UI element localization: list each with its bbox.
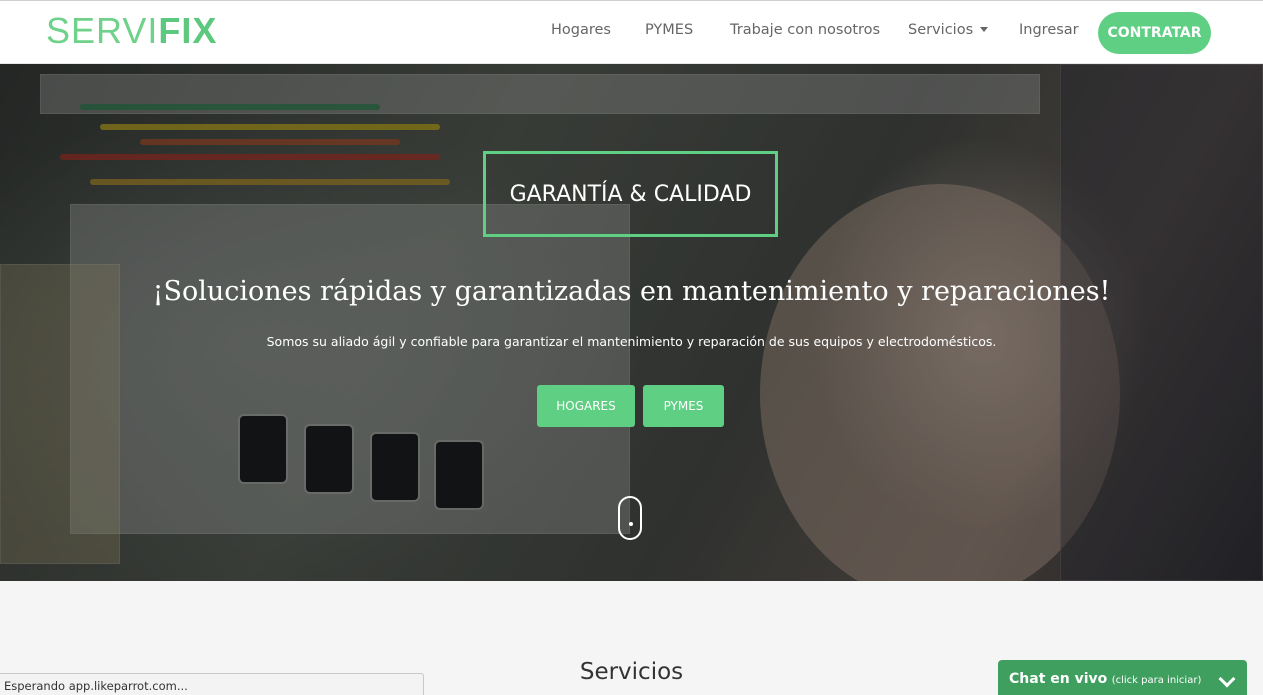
nav-trabaje-con-nosotros[interactable]: Trabaje con nosotros <box>730 22 880 38</box>
scroll-down-mouse-icon[interactable] <box>618 496 642 540</box>
top-navbar: SERVIFIX Hogares PYMES Trabaje con nosot… <box>0 0 1263 64</box>
scroll-dot <box>629 522 633 526</box>
live-chat-widget[interactable]: Chat en vivo (click para iniciar) <box>998 660 1247 695</box>
caret-down-icon <box>980 26 989 32</box>
contratar-button[interactable]: CONTRATAR <box>1098 12 1211 54</box>
hero-hogares-button[interactable]: HOGARES <box>537 385 635 427</box>
nav-hogares[interactable]: Hogares <box>551 22 611 38</box>
browser-status-bar: Esperando app.likeparrot.com... <box>0 673 424 695</box>
brand-logo-part2: FIX <box>158 10 218 51</box>
nav-ingresar[interactable]: Ingresar <box>1019 22 1079 38</box>
hero-subheadline: Somos su aliado ágil y confiable para ga… <box>266 334 997 349</box>
brand-logo-part1: SERVI <box>46 10 159 51</box>
nav-pymes[interactable]: PYMES <box>645 22 693 38</box>
hero-badge: GARANTÍA & CALIDAD <box>483 151 778 237</box>
chevron-down-icon[interactable] <box>1218 670 1236 688</box>
nav-servicios-label: Servicios <box>908 22 974 38</box>
hero-badge-text: GARANTÍA & CALIDAD <box>509 181 752 207</box>
hero-banner: GARANTÍA & CALIDAD ¡Soluciones rápidas y… <box>0 64 1263 581</box>
nav-servicios-dropdown[interactable]: Servicios <box>908 22 989 38</box>
hero-headline: ¡Soluciones rápidas y garantizadas en ma… <box>152 276 1111 307</box>
chat-title: Chat en vivo <box>1009 671 1108 687</box>
chat-hint: (click para iniciar) <box>1111 675 1202 686</box>
brand-logo[interactable]: SERVIFIX <box>46 11 217 51</box>
hero-pymes-button[interactable]: PYMES <box>643 385 724 427</box>
